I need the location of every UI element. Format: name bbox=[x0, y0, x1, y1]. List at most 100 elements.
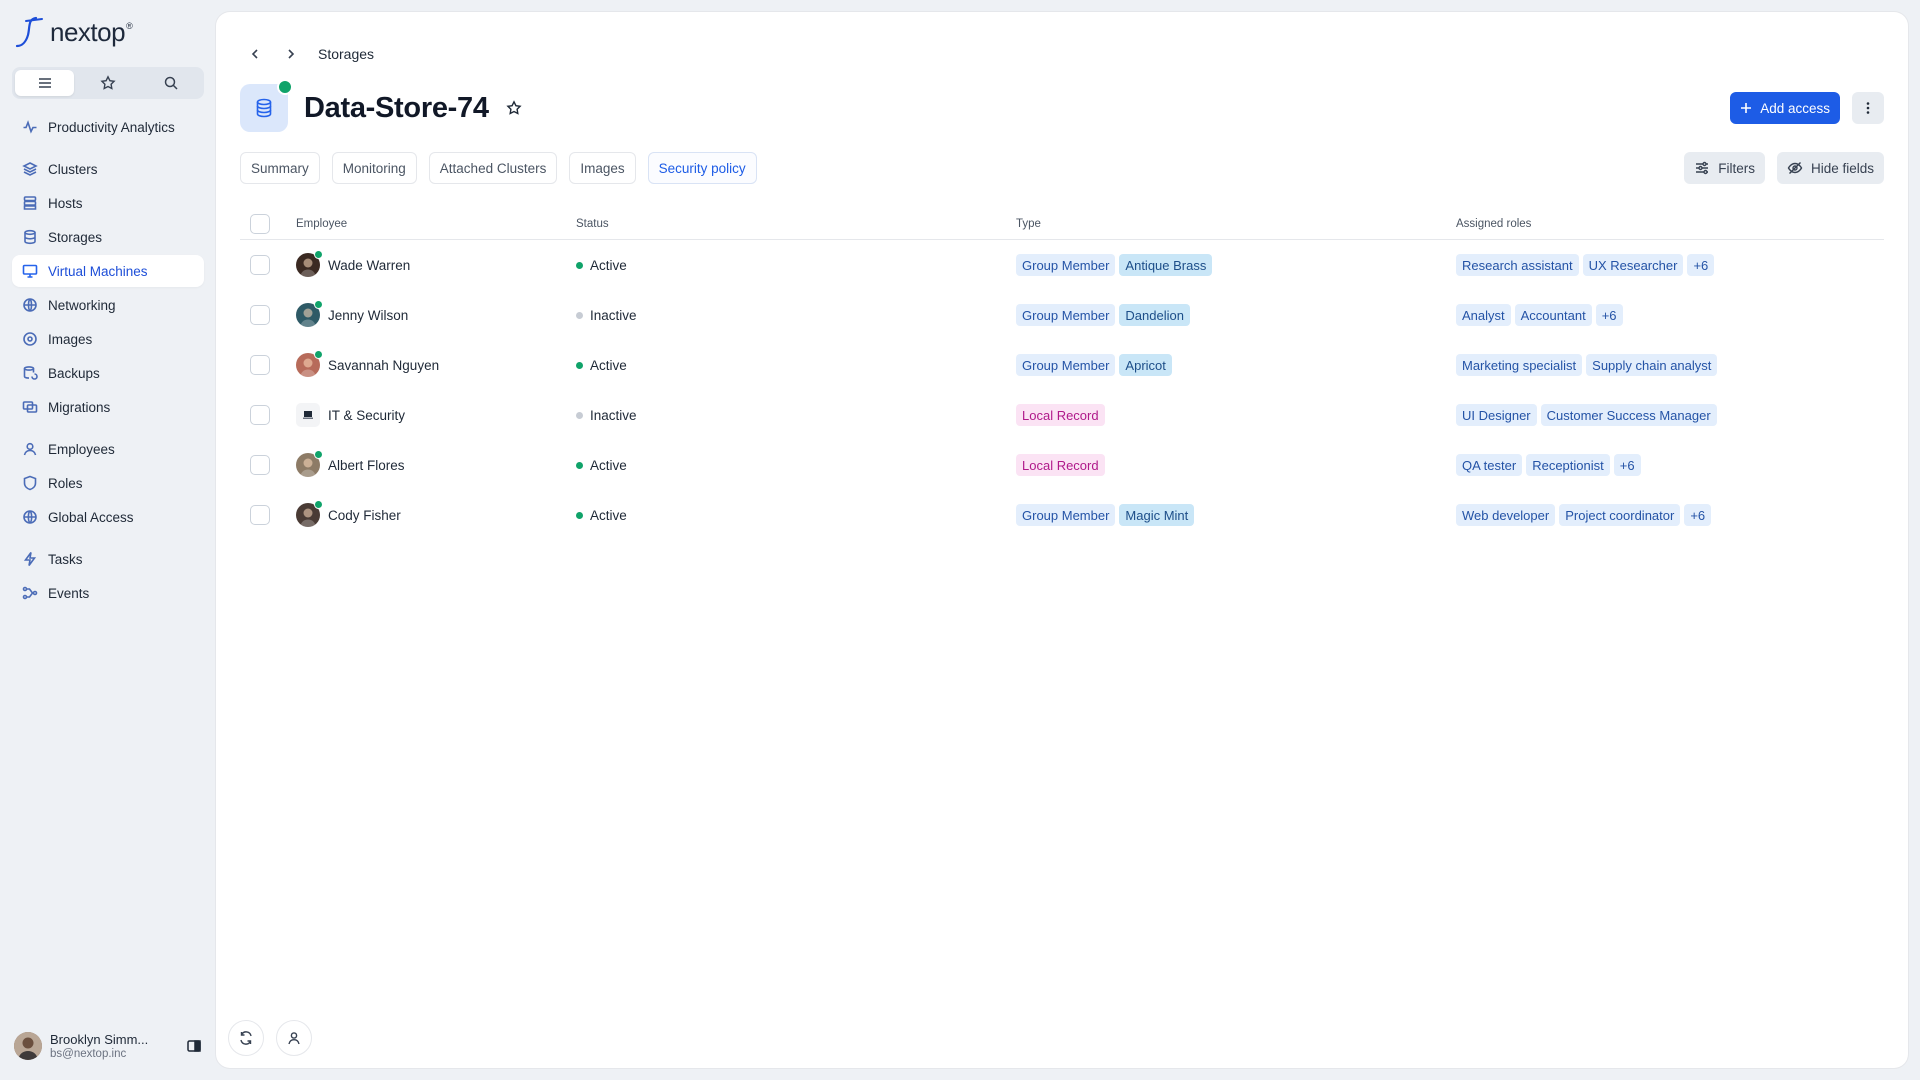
network-icon bbox=[23, 298, 37, 312]
status-dot bbox=[576, 511, 583, 519]
breadcrumb-current[interactable]: Storages bbox=[318, 46, 374, 62]
role-badge[interactable]: Supply chain analyst bbox=[1586, 354, 1718, 376]
tab-summary[interactable]: Summary bbox=[240, 152, 320, 184]
status-cell: Inactive bbox=[576, 408, 1016, 423]
type-badge: Group Member bbox=[1016, 504, 1116, 526]
user-email: bs@nextop.inc bbox=[50, 1048, 127, 1060]
favorites-view-button[interactable] bbox=[78, 70, 137, 96]
role-badge[interactable]: Marketing specialist bbox=[1456, 354, 1583, 376]
more-roles-badge[interactable]: +6 bbox=[1687, 254, 1715, 276]
menu-view-button[interactable] bbox=[15, 70, 75, 96]
table-row[interactable]: Savannah Nguyen Active Group Member Apricot… bbox=[240, 340, 1884, 390]
tab-monitoring[interactable]: Monitoring bbox=[331, 152, 417, 184]
column-header-status[interactable]: Status bbox=[576, 218, 1016, 230]
sidebar-item-virtual-machines[interactable]: Virtual Machines bbox=[12, 255, 204, 287]
role-badge[interactable]: QA tester bbox=[1456, 454, 1523, 476]
status-text: Active bbox=[590, 257, 627, 273]
sidebar-toggle-icon bbox=[187, 1040, 201, 1052]
more-options-button[interactable] bbox=[1852, 92, 1884, 124]
status-text: Active bbox=[590, 457, 627, 473]
online-status-dot bbox=[314, 450, 323, 459]
page-header: Data-Store-74 bbox=[240, 79, 525, 132]
sidebar-item-label: Roles bbox=[48, 475, 83, 491]
tab-security-policy[interactable]: Security policy bbox=[647, 152, 757, 184]
star-icon bbox=[100, 75, 116, 90]
type-cell: Local Record bbox=[1016, 404, 1456, 426]
more-roles-badge[interactable]: +6 bbox=[1613, 454, 1641, 476]
sidebar-item-migrations[interactable]: Migrations bbox=[12, 391, 204, 423]
table-row[interactable]: Wade Warren Active Group Member Antique Bra… bbox=[240, 240, 1884, 290]
sidebar-item-networking[interactable]: Networking bbox=[12, 289, 204, 321]
sidebar-item-label: Employees bbox=[48, 441, 115, 457]
refresh-button[interactable] bbox=[228, 1020, 264, 1056]
sidebar-item-global-access[interactable]: Global Access bbox=[12, 501, 204, 533]
table-row[interactable]: Cody Fisher Active Group Member Magic Mint W… bbox=[240, 490, 1884, 540]
search-view-button[interactable] bbox=[142, 70, 201, 96]
table-row[interactable]: Albert Flores Active Local Record QA tester… bbox=[240, 440, 1884, 490]
column-header-employee[interactable]: Employee bbox=[296, 218, 576, 230]
role-badge[interactable]: Customer Success Manager bbox=[1540, 404, 1717, 426]
sidebar: nextop® Productivity Analytics Clusters Ho… bbox=[0, 0, 216, 1080]
employee-name[interactable]: Jenny Wilson bbox=[328, 308, 408, 323]
team-badge[interactable]: Magic Mint bbox=[1119, 504, 1195, 526]
employee-name[interactable]: Cody Fisher bbox=[328, 508, 401, 523]
employee-name[interactable]: Wade Warren bbox=[328, 258, 410, 273]
row-checkbox[interactable] bbox=[250, 255, 270, 275]
back-button[interactable] bbox=[244, 43, 266, 65]
role-badge[interactable]: Analyst bbox=[1456, 304, 1511, 326]
breadcrumb: Storages bbox=[244, 42, 374, 66]
more-roles-badge[interactable]: +6 bbox=[1684, 504, 1712, 526]
row-checkbox[interactable] bbox=[250, 305, 270, 325]
employee-name[interactable]: Albert Flores bbox=[328, 458, 405, 473]
role-badge[interactable]: Receptionist bbox=[1526, 454, 1610, 476]
tab-images[interactable]: Images bbox=[569, 152, 636, 184]
role-badge[interactable]: Research assistant bbox=[1456, 254, 1579, 276]
sidebar-item-storages[interactable]: Storages bbox=[12, 221, 204, 253]
user-button[interactable] bbox=[276, 1020, 312, 1056]
hide-fields-button[interactable]: Hide fields bbox=[1776, 152, 1884, 184]
filters-button[interactable]: Filters bbox=[1684, 152, 1765, 184]
role-badge[interactable]: Project coordinator bbox=[1559, 504, 1681, 526]
sidebar-item-hosts[interactable]: Hosts bbox=[12, 187, 204, 219]
row-checkbox[interactable] bbox=[250, 455, 270, 475]
toggle-sidebar-button[interactable] bbox=[184, 1036, 204, 1056]
role-badge[interactable]: Accountant bbox=[1514, 304, 1592, 326]
table-row[interactable]: IT & Security Inactive Local Record UI Desi… bbox=[240, 390, 1884, 440]
row-checkbox[interactable] bbox=[250, 405, 270, 425]
employee-name[interactable]: IT & Security bbox=[328, 408, 405, 423]
current-user[interactable]: Brooklyn Simm... bs@nextop.inc bbox=[14, 1026, 204, 1066]
roles-cell: QA tester Receptionist +6 bbox=[1456, 454, 1884, 476]
role-badge[interactable]: Web developer bbox=[1456, 504, 1556, 526]
role-badge[interactable]: UI Designer bbox=[1456, 404, 1537, 426]
user-icon bbox=[288, 1032, 300, 1045]
sidebar-item-roles[interactable]: Roles bbox=[12, 467, 204, 499]
sidebar-item-productivity-analytics[interactable]: Productivity Analytics bbox=[12, 111, 204, 143]
sidebar-item-images[interactable]: Images bbox=[12, 323, 204, 355]
team-badge[interactable]: Antique Brass bbox=[1119, 254, 1213, 276]
sidebar-nav: Productivity Analytics Clusters Hosts Stora… bbox=[12, 111, 204, 609]
column-header-roles[interactable]: Assigned roles bbox=[1456, 218, 1884, 230]
sidebar-item-label: Networking bbox=[48, 297, 116, 313]
sidebar-item-employees[interactable]: Employees bbox=[12, 433, 204, 465]
sidebar-item-events[interactable]: Events bbox=[12, 577, 204, 609]
more-roles-badge[interactable]: +6 bbox=[1595, 304, 1623, 326]
disc-icon bbox=[23, 332, 37, 346]
favorite-button[interactable] bbox=[503, 97, 525, 119]
row-checkbox[interactable] bbox=[250, 355, 270, 375]
tab-attached-clusters[interactable]: Attached Clusters bbox=[428, 152, 558, 184]
role-badge[interactable]: UX Researcher bbox=[1582, 254, 1684, 276]
sidebar-item-label: Global Access bbox=[48, 509, 134, 525]
select-all-checkbox[interactable] bbox=[250, 213, 270, 234]
employee-name[interactable]: Savannah Nguyen bbox=[328, 358, 439, 373]
add-access-button[interactable]: Add access bbox=[1730, 92, 1840, 124]
sidebar-item-clusters[interactable]: Clusters bbox=[12, 153, 204, 185]
team-badge[interactable]: Dandelion bbox=[1119, 304, 1190, 326]
column-header-type[interactable]: Type bbox=[1016, 218, 1456, 230]
forward-button[interactable] bbox=[280, 43, 302, 65]
logo[interactable]: nextop® bbox=[12, 14, 204, 50]
row-checkbox[interactable] bbox=[250, 505, 270, 525]
sidebar-item-tasks[interactable]: Tasks bbox=[12, 543, 204, 575]
team-badge[interactable]: Apricot bbox=[1119, 354, 1172, 376]
table-row[interactable]: Jenny Wilson Inactive Group Member Dandelio… bbox=[240, 290, 1884, 340]
sidebar-item-backups[interactable]: Backups bbox=[12, 357, 204, 389]
